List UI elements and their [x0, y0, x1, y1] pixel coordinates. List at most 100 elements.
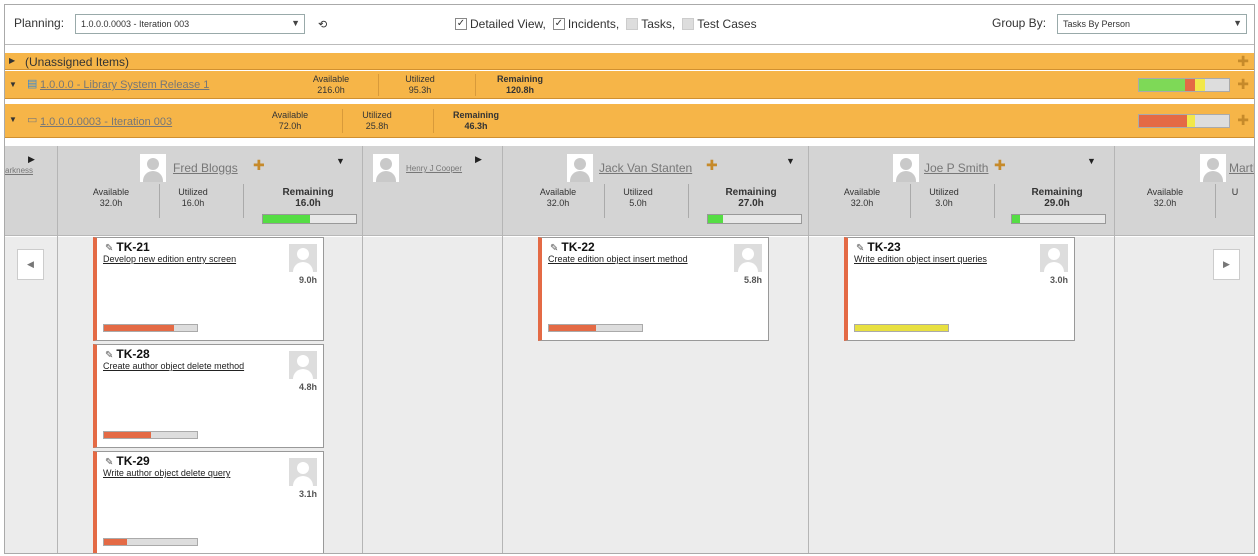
column-divider — [57, 146, 58, 553]
detailed-view-checkbox[interactable]: ✓ — [455, 18, 467, 30]
chevron-down-icon[interactable]: ▼ — [1087, 156, 1096, 166]
release-row: ▼ ▤ 1.0.0.0 - Library System Release 1 A… — [5, 71, 1254, 99]
task-progress-bar — [854, 324, 949, 332]
divider — [1215, 184, 1216, 218]
avatar — [373, 154, 399, 182]
task-card[interactable]: ✎ TK-22 Create edition object insert meth… — [538, 237, 769, 341]
task-title-link[interactable]: Write edition object insert queries — [854, 254, 987, 264]
column-divider — [808, 146, 809, 553]
task-card[interactable]: ✎ TK-21 Develop new edition entry screen … — [93, 237, 324, 341]
divider — [910, 184, 911, 218]
person-available: Available 32.0h — [92, 187, 130, 208]
divider — [243, 184, 244, 218]
person-name-link[interactable]: Fred Bloggs — [173, 161, 238, 175]
refresh-icon[interactable]: ⟲ — [318, 18, 327, 31]
divider — [604, 184, 605, 218]
task-icon: ✎ — [105, 350, 114, 361]
task-progress-bar — [103, 431, 198, 439]
test-cases-checkbox[interactable] — [682, 18, 695, 30]
divider — [475, 74, 476, 96]
release-link[interactable]: 1.0.0.0 - Library System Release 1 — [40, 79, 209, 91]
scroll-right-button[interactable]: ▶ — [1213, 249, 1240, 280]
triangle-right-icon[interactable]: ▶ — [475, 154, 482, 165]
person-name-link[interactable]: Joe P Smith — [924, 161, 988, 175]
view-options: ✓ Detailed View, ✓ Incidents, Tasks, Tes… — [455, 17, 757, 31]
release-utilized: Utilized 95.3h — [405, 74, 435, 95]
plus-icon[interactable]: ✚ — [253, 157, 265, 174]
task-progress-bar — [548, 324, 643, 332]
task-hours: 9.0h — [298, 275, 317, 285]
task-card[interactable]: ✎ TK-28 Create author object delete metho… — [93, 344, 324, 448]
plus-icon[interactable]: ✚ — [994, 157, 1006, 174]
person-progress-bar — [1011, 214, 1106, 224]
scroll-left-button[interactable]: ◀ — [17, 249, 44, 280]
column-divider — [362, 146, 363, 553]
planning-select[interactable]: 1.0.0.0.0003 - Iteration 003 ▼ — [75, 14, 305, 34]
task-icon: ✎ — [856, 243, 865, 254]
plus-icon[interactable]: ✚ — [1237, 76, 1249, 93]
iteration-link[interactable]: 1.0.0.0.0003 - Iteration 003 — [40, 116, 172, 128]
plus-icon[interactable]: ✚ — [706, 157, 718, 174]
triangle-down-icon[interactable]: ▼ — [9, 115, 17, 124]
iteration-remaining: Remaining 46.3h — [452, 110, 499, 131]
divider — [433, 109, 434, 133]
task-title-link[interactable]: Write author object delete query — [103, 468, 230, 478]
task-icon: ✎ — [105, 243, 114, 254]
iteration-icon: ▭ — [27, 114, 38, 126]
person-remaining: Remaining 29.0h — [1031, 187, 1083, 209]
column-divider — [502, 146, 503, 553]
chevron-down-icon[interactable]: ▼ — [336, 156, 345, 166]
task-id: ✎ TK-29 — [105, 454, 150, 468]
triangle-right-icon[interactable]: ▶ — [9, 56, 15, 65]
avatar — [289, 244, 317, 272]
task-id: ✎ TK-22 — [550, 240, 595, 254]
tasks-checkbox[interactable] — [626, 18, 639, 30]
avatar — [289, 351, 317, 379]
planning-label: Planning: — [14, 16, 65, 30]
iteration-progress-bar — [1138, 114, 1230, 128]
chevron-down-icon[interactable]: ▼ — [786, 156, 795, 166]
task-hours: 3.1h — [298, 489, 317, 499]
triangle-right-icon[interactable]: ▶ — [28, 154, 35, 165]
task-progress-bar — [103, 324, 198, 332]
planning-select-value: 1.0.0.0.0003 - Iteration 003 — [81, 19, 190, 29]
task-hours: 5.8h — [743, 275, 762, 285]
plus-icon[interactable]: ✚ — [1237, 112, 1249, 129]
release-remaining: Remaining 120.8h — [496, 74, 543, 95]
task-progress-bar — [103, 538, 198, 546]
dropdown-arrow-icon: ▼ — [291, 18, 300, 28]
incidents-checkbox[interactable]: ✓ — [552, 18, 565, 30]
person-available: Available 32.0h — [539, 187, 577, 208]
person-remaining: Remaining 16.0h — [282, 187, 334, 209]
dropdown-arrow-icon: ▼ — [1233, 18, 1242, 28]
triangle-down-icon[interactable]: ▼ — [9, 80, 17, 89]
task-title-link[interactable]: Create edition object insert method — [548, 254, 688, 264]
task-title-link[interactable]: Develop new edition entry screen — [103, 254, 236, 264]
avatar — [567, 154, 593, 182]
avatar — [1200, 154, 1226, 182]
unassigned-items-row[interactable]: ▶ (Unassigned Items) ✚ — [5, 53, 1254, 70]
plus-icon[interactable]: ✚ — [1237, 53, 1249, 70]
person-name-link[interactable]: Jack Van Stanten — [599, 161, 692, 175]
task-id: ✎ TK-21 — [105, 240, 150, 254]
task-id: ✎ TK-23 — [856, 240, 901, 254]
release-available: Available 216.0h — [312, 74, 350, 95]
person-column-header: Jack Van Stanten ✚ ▼ Available 32.0h Util… — [503, 146, 807, 235]
person-utilized: Utilized 3.0h — [929, 187, 959, 208]
group-by-select-value: Tasks By Person — [1063, 19, 1131, 29]
group-by-select[interactable]: Tasks By Person ▼ — [1057, 14, 1247, 34]
person-name-link[interactable]: arkness — [5, 166, 33, 175]
avatar — [893, 154, 919, 182]
column-divider — [1114, 146, 1115, 553]
person-name-link[interactable]: Marth — [1229, 161, 1254, 175]
task-title-link[interactable]: Create author object delete method — [103, 361, 244, 371]
divider — [159, 184, 160, 218]
person-column-header: Henry J Cooper ▶ — [363, 146, 501, 235]
person-column-header: Marth Available32.0h U — [1115, 146, 1254, 235]
task-card[interactable]: ✎ TK-29 Write author object delete query … — [93, 451, 324, 553]
task-id: ✎ TK-28 — [105, 347, 150, 361]
person-name-link[interactable]: Henry J Cooper — [406, 164, 462, 173]
task-card[interactable]: ✎ TK-23 Write edition object insert queri… — [844, 237, 1075, 341]
iteration-utilized: Utilized 25.8h — [362, 110, 392, 131]
avatar — [734, 244, 762, 272]
